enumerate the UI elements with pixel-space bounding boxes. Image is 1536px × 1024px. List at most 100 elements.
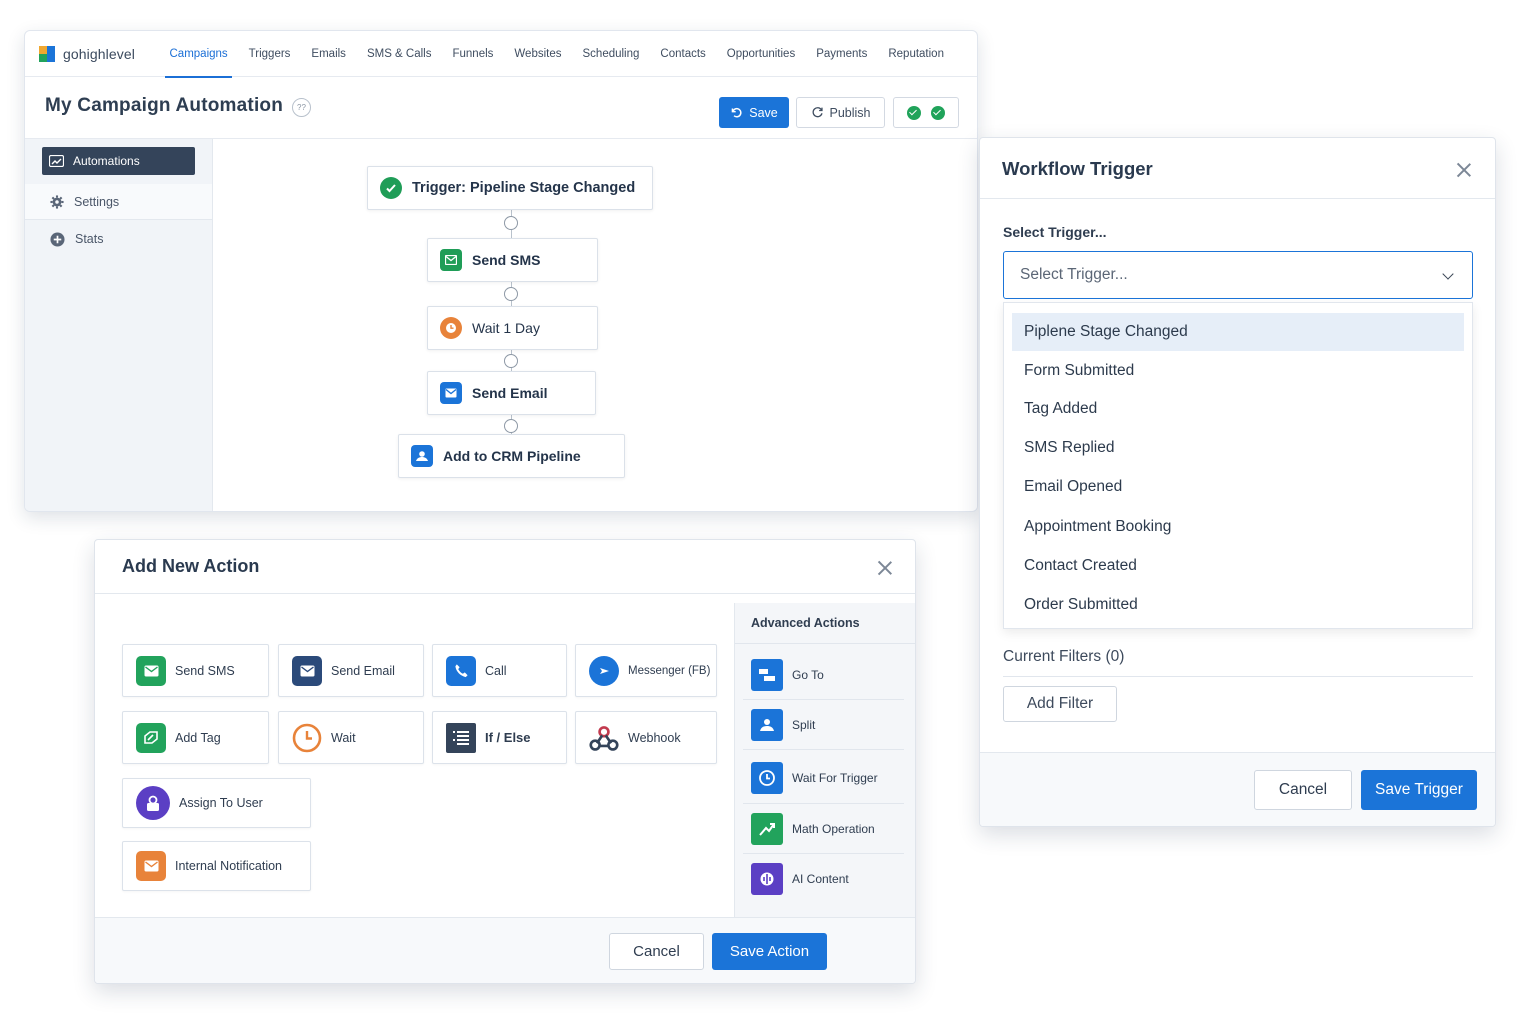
nav-contacts[interactable]: Contacts	[650, 31, 716, 77]
advanced-action-go-to[interactable]: Go To	[743, 650, 904, 700]
trigger-option-form-submitted[interactable]: Form Submitted	[1012, 352, 1464, 390]
workflow-node-add-to-pipeline[interactable]: Add to CRM Pipeline	[398, 434, 625, 478]
action-call[interactable]: Call	[432, 644, 567, 697]
close-icon[interactable]	[877, 560, 893, 576]
trigger-option-tag-added[interactable]: Tag Added	[1012, 390, 1464, 428]
action-label: Send SMS	[175, 663, 235, 678]
advanced-action-label: Wait For Trigger	[792, 770, 878, 785]
save-button[interactable]: Save	[719, 97, 789, 128]
check-circle-icon	[380, 177, 402, 199]
action-if-else[interactable]: If / Else	[432, 711, 567, 764]
sidebar-item-settings[interactable]: Settings	[25, 184, 212, 220]
nav-scheduling[interactable]: Scheduling	[572, 31, 650, 77]
action-add-tag[interactable]: Add Tag	[122, 711, 269, 764]
advanced-action-label: AI Content	[792, 872, 849, 886]
add-step-connector[interactable]	[504, 354, 518, 368]
advanced-action-wait-for-trigger[interactable]: Wait For Trigger	[743, 752, 904, 804]
workflow-canvas[interactable]: Trigger: Pipeline Stage Changed Send SMS…	[214, 139, 977, 511]
notification-icon	[136, 851, 166, 881]
nav-triggers[interactable]: Triggers	[238, 31, 301, 77]
select-trigger-label: Select Trigger...	[1003, 224, 1107, 240]
close-icon[interactable]	[1456, 162, 1472, 178]
status-indicators[interactable]	[893, 97, 959, 128]
advanced-action-math-operation[interactable]: Math Operation	[743, 804, 904, 854]
workflow-node-send-sms[interactable]: Send SMS	[427, 238, 598, 282]
action-assign-to-user[interactable]: Assign To User	[122, 778, 311, 828]
action-label: Messenger (FB)	[628, 664, 711, 677]
divider	[95, 593, 915, 594]
advanced-action-label: Math Operation	[792, 821, 875, 836]
save-trigger-button[interactable]: Save Trigger	[1361, 770, 1477, 810]
sms-icon	[136, 655, 166, 686]
action-messenger[interactable]: Messenger (FB)	[575, 644, 717, 697]
workflow-node-label: Trigger: Pipeline Stage Changed	[412, 180, 636, 196]
trigger-option-contact-created[interactable]: Contact Created	[1012, 547, 1464, 585]
action-send-sms[interactable]: Send SMS	[122, 644, 269, 697]
workflow-node-trigger[interactable]: Trigger: Pipeline Stage Changed	[367, 166, 653, 210]
modal-footer: Cancel Save Action	[95, 917, 915, 983]
cancel-button[interactable]: Cancel	[609, 933, 704, 970]
advanced-action-split[interactable]: Split	[743, 700, 904, 750]
trigger-select[interactable]: Select Trigger...	[1003, 251, 1473, 299]
nav-payments[interactable]: Payments	[806, 31, 878, 77]
logo[interactable]: gohighlevel	[39, 44, 159, 64]
sidebar-item-stats[interactable]: Stats	[25, 221, 212, 257]
automation-icon	[49, 155, 64, 167]
nav-emails[interactable]: Emails	[301, 31, 357, 77]
workflow-node-label: Send SMS	[472, 252, 541, 268]
action-webhook[interactable]: Webhook	[575, 711, 717, 764]
action-label: Internal Notification	[175, 859, 283, 873]
clock-icon	[292, 723, 322, 753]
plus-circle-icon	[50, 231, 65, 247]
save-action-button[interactable]: Save Action	[712, 933, 827, 970]
advanced-actions-panel: Advanced Actions Go To Split Wait For Tr…	[734, 603, 915, 917]
divider	[980, 198, 1495, 199]
help-icon[interactable]: ??	[292, 98, 311, 117]
nav-reputation[interactable]: Reputation	[878, 31, 955, 77]
workflow-node-label: Wait 1 Day	[472, 320, 540, 336]
tag-icon	[136, 722, 166, 753]
sidebar-item-automations[interactable]: Automations	[42, 147, 195, 175]
panel-footer: Cancel Save Trigger	[980, 752, 1495, 826]
nav-funnels[interactable]: Funnels	[442, 31, 504, 77]
add-step-connector[interactable]	[504, 216, 518, 230]
nav-sms-calls[interactable]: SMS & Calls	[356, 31, 442, 77]
trigger-option-email-opened[interactable]: Email Opened	[1012, 468, 1464, 506]
advanced-action-label: Split	[792, 717, 816, 732]
nav-opportunities[interactable]: Opportunities	[716, 31, 805, 77]
user-lock-icon	[136, 786, 170, 820]
goto-icon	[751, 658, 783, 691]
panel-title: Workflow Trigger	[1002, 158, 1153, 179]
divider	[1003, 676, 1473, 677]
advanced-action-ai-content[interactable]: AI Content	[743, 854, 904, 904]
chevron-down-icon	[1442, 268, 1454, 280]
add-step-connector[interactable]	[504, 419, 518, 433]
clock-icon	[751, 761, 783, 794]
trigger-option-appointment-booking[interactable]: Appointment Booking	[1012, 508, 1464, 546]
publish-button-label: Publish	[829, 105, 871, 120]
action-label: Assign To User	[179, 796, 263, 810]
split-icon	[751, 708, 783, 741]
publish-button[interactable]: Publish	[796, 97, 885, 128]
trigger-option-pipeline-stage-changed[interactable]: Piplene Stage Changed	[1012, 313, 1464, 351]
nav-campaigns[interactable]: Campaigns	[159, 31, 238, 78]
action-wait[interactable]: Wait	[278, 711, 424, 764]
action-internal-notification[interactable]: Internal Notification	[122, 841, 311, 891]
workflow-node-send-email[interactable]: Send Email	[427, 371, 596, 415]
trigger-option-sms-replied[interactable]: SMS Replied	[1012, 429, 1464, 467]
cancel-button[interactable]: Cancel	[1254, 770, 1352, 810]
advanced-action-label: Go To	[792, 667, 824, 682]
workflow-node-wait[interactable]: Wait 1 Day	[427, 306, 598, 350]
trigger-dropdown-list: Piplene Stage Changed Form Submitted Tag…	[1003, 302, 1473, 629]
clock-icon	[440, 317, 462, 339]
webhook-icon	[589, 723, 619, 753]
gear-icon	[50, 194, 64, 209]
action-send-email[interactable]: Send Email	[278, 644, 424, 697]
messenger-icon	[589, 655, 619, 686]
page-title: My Campaign Automation	[45, 95, 284, 116]
add-step-connector[interactable]	[504, 287, 518, 301]
trigger-option-order-submitted[interactable]: Order Submitted	[1012, 586, 1464, 624]
nav-websites[interactable]: Websites	[504, 31, 572, 77]
action-label: Add Tag	[175, 730, 221, 745]
add-filter-button[interactable]: Add Filter	[1003, 686, 1117, 722]
